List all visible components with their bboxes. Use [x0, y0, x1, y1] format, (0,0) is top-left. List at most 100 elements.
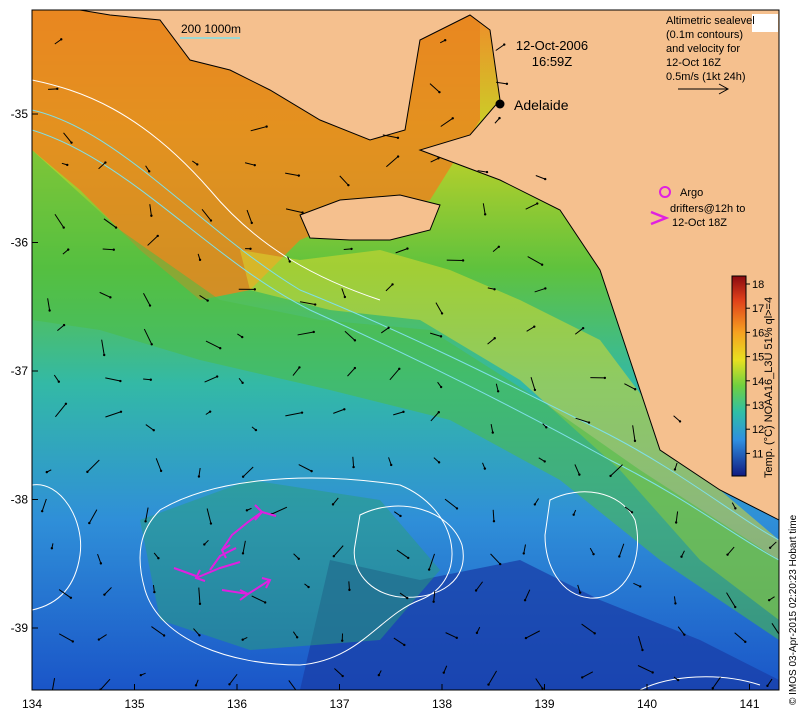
velocity-arrow-head — [215, 375, 219, 378]
velocity-arrow-head — [88, 521, 91, 525]
credit-text: © IMOS 03-Apr-2015 02:20:23 Hobart time — [788, 514, 799, 705]
velocity-arrow-head — [197, 475, 201, 478]
velocity-arrow-head — [50, 547, 54, 550]
velocity-arrow-head — [587, 421, 591, 424]
velocity-arrow-head — [475, 631, 479, 635]
velocity-arrow-head — [451, 117, 454, 120]
velocity-arrow-head — [162, 634, 166, 637]
velocity-arrow-head — [536, 202, 539, 205]
velocity-arrow-head — [209, 522, 213, 525]
velocity-arrow-head — [540, 263, 544, 266]
velocity-arrow-head — [208, 410, 212, 413]
velocity-arrow-head — [578, 591, 582, 594]
map-date: 12-Oct-2006 — [516, 38, 588, 53]
velocity-arrow-head — [310, 469, 313, 473]
map-time: 16:59Z — [532, 54, 573, 69]
adelaide-label: Adelaide — [514, 97, 569, 113]
velocity-arrow-head — [438, 90, 441, 94]
colorbar-tick-label: 18 — [752, 279, 764, 291]
velocity-arrow-head — [523, 599, 527, 602]
legend-line-1: Altimetric sealevel — [666, 15, 755, 27]
legend-line-5: 0.5m/s (1kt 24h) — [666, 71, 745, 83]
velocity-arrow-head — [603, 376, 607, 380]
velocity-arrow-head — [57, 380, 61, 383]
velocity-arrow-head — [487, 683, 490, 686]
velocity-arrow-head — [734, 507, 737, 510]
velocity-arrow-head — [396, 155, 400, 158]
velocity-arrow-head — [678, 420, 682, 423]
velocity-arrow — [348, 581, 350, 590]
velocity-arrow-head — [483, 467, 487, 470]
velocity-arrow-head — [71, 640, 74, 643]
velocity-arrow-head — [641, 648, 644, 652]
velocity-arrow-head — [496, 390, 500, 393]
velocity-arrow-head — [352, 465, 355, 469]
velocity-arrow-head — [443, 39, 447, 42]
velocity-arrow-head — [253, 288, 257, 291]
velocity-arrow-head — [139, 673, 143, 677]
velocity-arrow-head — [148, 170, 151, 173]
velocity-arrow-head — [70, 141, 73, 144]
velocity-arrow-head — [241, 335, 244, 339]
velocity-arrow-head — [152, 429, 155, 432]
y-tick-label: -35 — [11, 107, 29, 121]
velocity-arrow-head — [348, 588, 351, 592]
velocity-arrow-head — [503, 43, 506, 46]
velocity-arrow-head — [196, 163, 199, 166]
velocity-arrow-head — [99, 562, 103, 565]
velocity-arrow-head — [779, 635, 781, 637]
scale-bar-label: 200 1000m — [181, 22, 241, 36]
velocity-arrow-head — [674, 602, 677, 605]
velocity-arrow-head — [402, 410, 405, 414]
velocity-arrow-head — [353, 339, 357, 342]
velocity-arrow-head — [102, 353, 106, 357]
x-tick-label: 139 — [534, 697, 554, 711]
velocity-arrow-head — [633, 439, 637, 443]
legend-box-white — [752, 14, 778, 32]
velocity-arrow-head — [432, 600, 435, 603]
velocity-arrow-head — [630, 511, 634, 514]
velocity-arrow-head — [491, 431, 494, 434]
velocity-arrow-head — [676, 678, 680, 682]
velocity-arrow-head — [524, 636, 528, 640]
velocity-arrow-head — [288, 260, 291, 263]
velocity-arrow-head — [198, 634, 201, 637]
velocity-arrow-head — [103, 593, 106, 596]
velocity-arrow-head — [198, 602, 202, 606]
velocity-arrow-head — [194, 684, 198, 687]
velocity-arrow-head — [399, 514, 402, 518]
velocity-arrow-head — [581, 676, 584, 679]
velocity-arrow-head — [396, 136, 400, 140]
velocity-arrow-head — [228, 683, 231, 686]
velocity-arrow-head — [766, 684, 769, 688]
velocity-arrow-head — [483, 213, 487, 216]
velocity-arrow-head — [241, 552, 245, 555]
velocity-arrow-head — [144, 520, 147, 523]
velocity-arrow-head — [618, 555, 621, 558]
velocity-arrow-head — [498, 116, 501, 120]
sst-map: Adelaide 12-Oct-2006 16:59Z 200 1000m Al… — [11, 9, 799, 711]
velocity-arrow-head — [592, 552, 595, 556]
velocity-arrow-head — [245, 509, 249, 512]
velocity-arrow-head — [493, 337, 496, 340]
velocity-arrow-head — [313, 303, 317, 306]
x-tick-label: 141 — [739, 697, 759, 711]
velocity-arrow-head — [347, 183, 350, 187]
velocity-arrow-head — [40, 509, 44, 513]
velocity-arrow-head — [203, 543, 206, 546]
velocity-arrow-head — [633, 388, 637, 391]
velocity-arrow-head — [209, 219, 213, 222]
velocity-arrow-head — [219, 347, 222, 350]
velocity-arrow-head — [492, 520, 496, 523]
velocity-arrow-head — [241, 475, 245, 478]
velocity-arrow-head — [150, 214, 153, 217]
velocity-arrow-head — [437, 157, 440, 160]
velocity-arrow-head — [263, 601, 267, 604]
legend-line-4: 12-Oct 16Z — [666, 57, 721, 69]
velocity-arrow-head — [254, 428, 258, 432]
velocity-arrow-head — [440, 312, 444, 315]
velocity-arrow-head — [593, 632, 596, 635]
velocity-arrow-head — [455, 636, 458, 640]
velocity-arrow-head — [439, 335, 443, 338]
velocity-arrow-head — [119, 410, 123, 413]
